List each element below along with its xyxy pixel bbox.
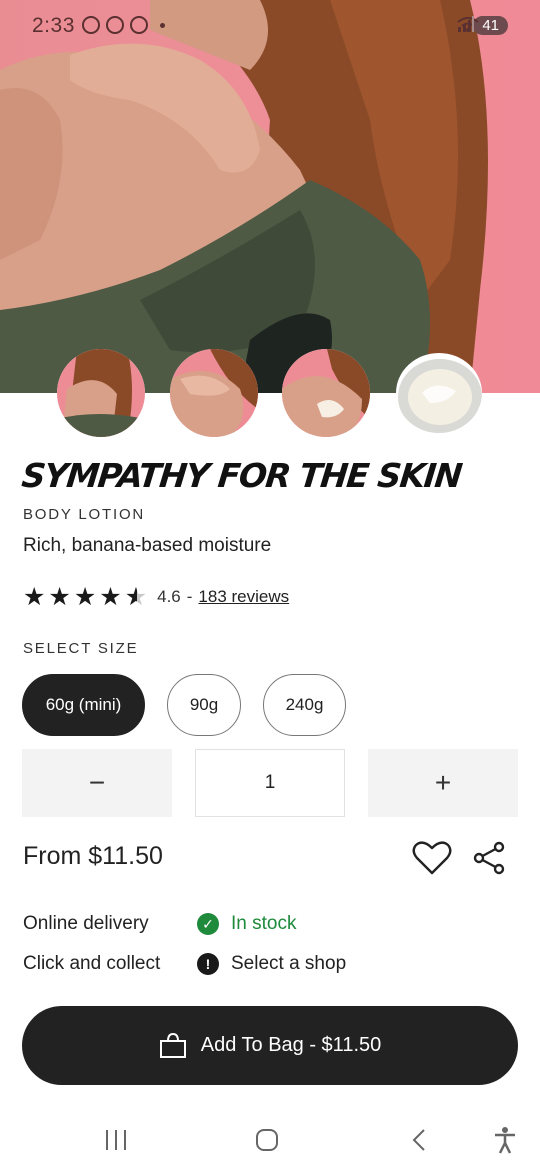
back-icon[interactable] [403, 1124, 435, 1156]
increment-button[interactable]: + [368, 749, 518, 817]
messenger-icon [106, 16, 124, 34]
decrement-button[interactable]: − [22, 749, 172, 817]
in-stock-status: In stock [231, 913, 297, 934]
size-option-240g[interactable]: 240g [263, 674, 346, 736]
share-icon[interactable] [472, 841, 506, 875]
click-and-collect-row: Click and collect ! Select a shop [23, 953, 346, 975]
rating-separator: - [186, 587, 193, 606]
product-price: From $11.50 [23, 842, 163, 870]
system-navigation-bar [0, 1110, 540, 1170]
select-shop-link[interactable]: Select a shop [231, 953, 346, 975]
reviews-link[interactable]: 183 reviews [198, 587, 289, 607]
size-section-label: SELECT SIZE [23, 640, 139, 657]
rating-stars: ★ ★ ★ ★ ★ [23, 583, 147, 611]
click-and-collect-label: Click and collect [23, 953, 161, 974]
star-icon: ★ [48, 583, 71, 611]
more-notifications-icon [160, 22, 165, 28]
size-option-90g[interactable]: 90g [167, 674, 241, 736]
heart-icon[interactable] [412, 840, 452, 876]
product-tagline: Rich, banana-based moisture [23, 535, 272, 556]
home-icon[interactable] [251, 1124, 283, 1156]
star-icon: ★ [99, 583, 122, 611]
star-icon: ★ [73, 583, 97, 611]
gallery-thumbnails [0, 349, 540, 439]
screenshot-icon [82, 16, 100, 34]
recent-apps-icon[interactable] [100, 1124, 132, 1156]
half-star-icon: ★ [124, 583, 148, 611]
add-to-bag-button[interactable]: Add To Bag - $11.50 [22, 1006, 518, 1085]
size-options: 60g (mini) 90g 240g [22, 674, 346, 736]
quantity-stepper: − 1 + [22, 749, 518, 817]
online-delivery-label: Online delivery [23, 913, 149, 934]
system-icons: 41 [457, 16, 508, 35]
product-title: SYMPATHY FOR THE SKIN [19, 456, 464, 495]
rating-value: 4.6 [157, 587, 181, 606]
tiktok-icon [130, 16, 148, 34]
status-time: 2:33 [32, 14, 75, 37]
thumbnail-hand-on-shoulder[interactable] [170, 349, 258, 437]
exclamation-circle-icon: ! [197, 953, 219, 975]
status-bar: 2:33 41 [0, 0, 540, 56]
add-to-bag-label: Add To Bag - $11.50 [200, 1034, 382, 1056]
thumbnail-lotion-pot[interactable] [396, 353, 482, 433]
product-category: BODY LOTION [23, 506, 146, 523]
star-icon: ★ [23, 583, 46, 611]
check-circle-icon: ✓ [197, 913, 219, 935]
quantity-value[interactable]: 1 [195, 749, 345, 817]
accessibility-icon[interactable] [489, 1124, 521, 1156]
product-rating: ★ ★ ★ ★ ★ 4.6 - 183 reviews [23, 583, 289, 611]
product-hero-image: 2:33 41 [0, 0, 540, 393]
shopping-bag-icon [159, 1032, 186, 1058]
online-delivery-row: Online delivery ✓ In stock [23, 913, 296, 935]
hero-photo [0, 0, 488, 393]
notification-icons [82, 16, 165, 34]
thumbnail-lotion-on-shoulder[interactable] [282, 349, 370, 437]
size-option-60g[interactable]: 60g (mini) [22, 674, 145, 736]
thumbnail-model-shoulder[interactable] [57, 349, 145, 437]
